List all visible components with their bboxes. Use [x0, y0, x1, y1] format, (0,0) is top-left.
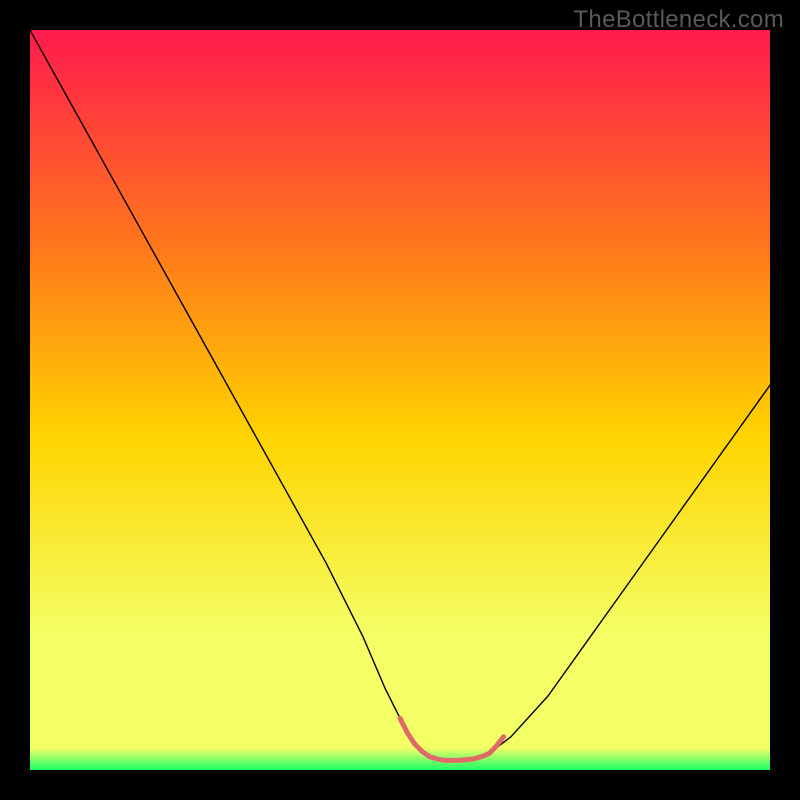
chart-background [30, 30, 770, 770]
chart-frame: TheBottleneck.com [0, 0, 800, 800]
chart-svg [30, 30, 770, 770]
bottleneck-chart [30, 30, 770, 770]
